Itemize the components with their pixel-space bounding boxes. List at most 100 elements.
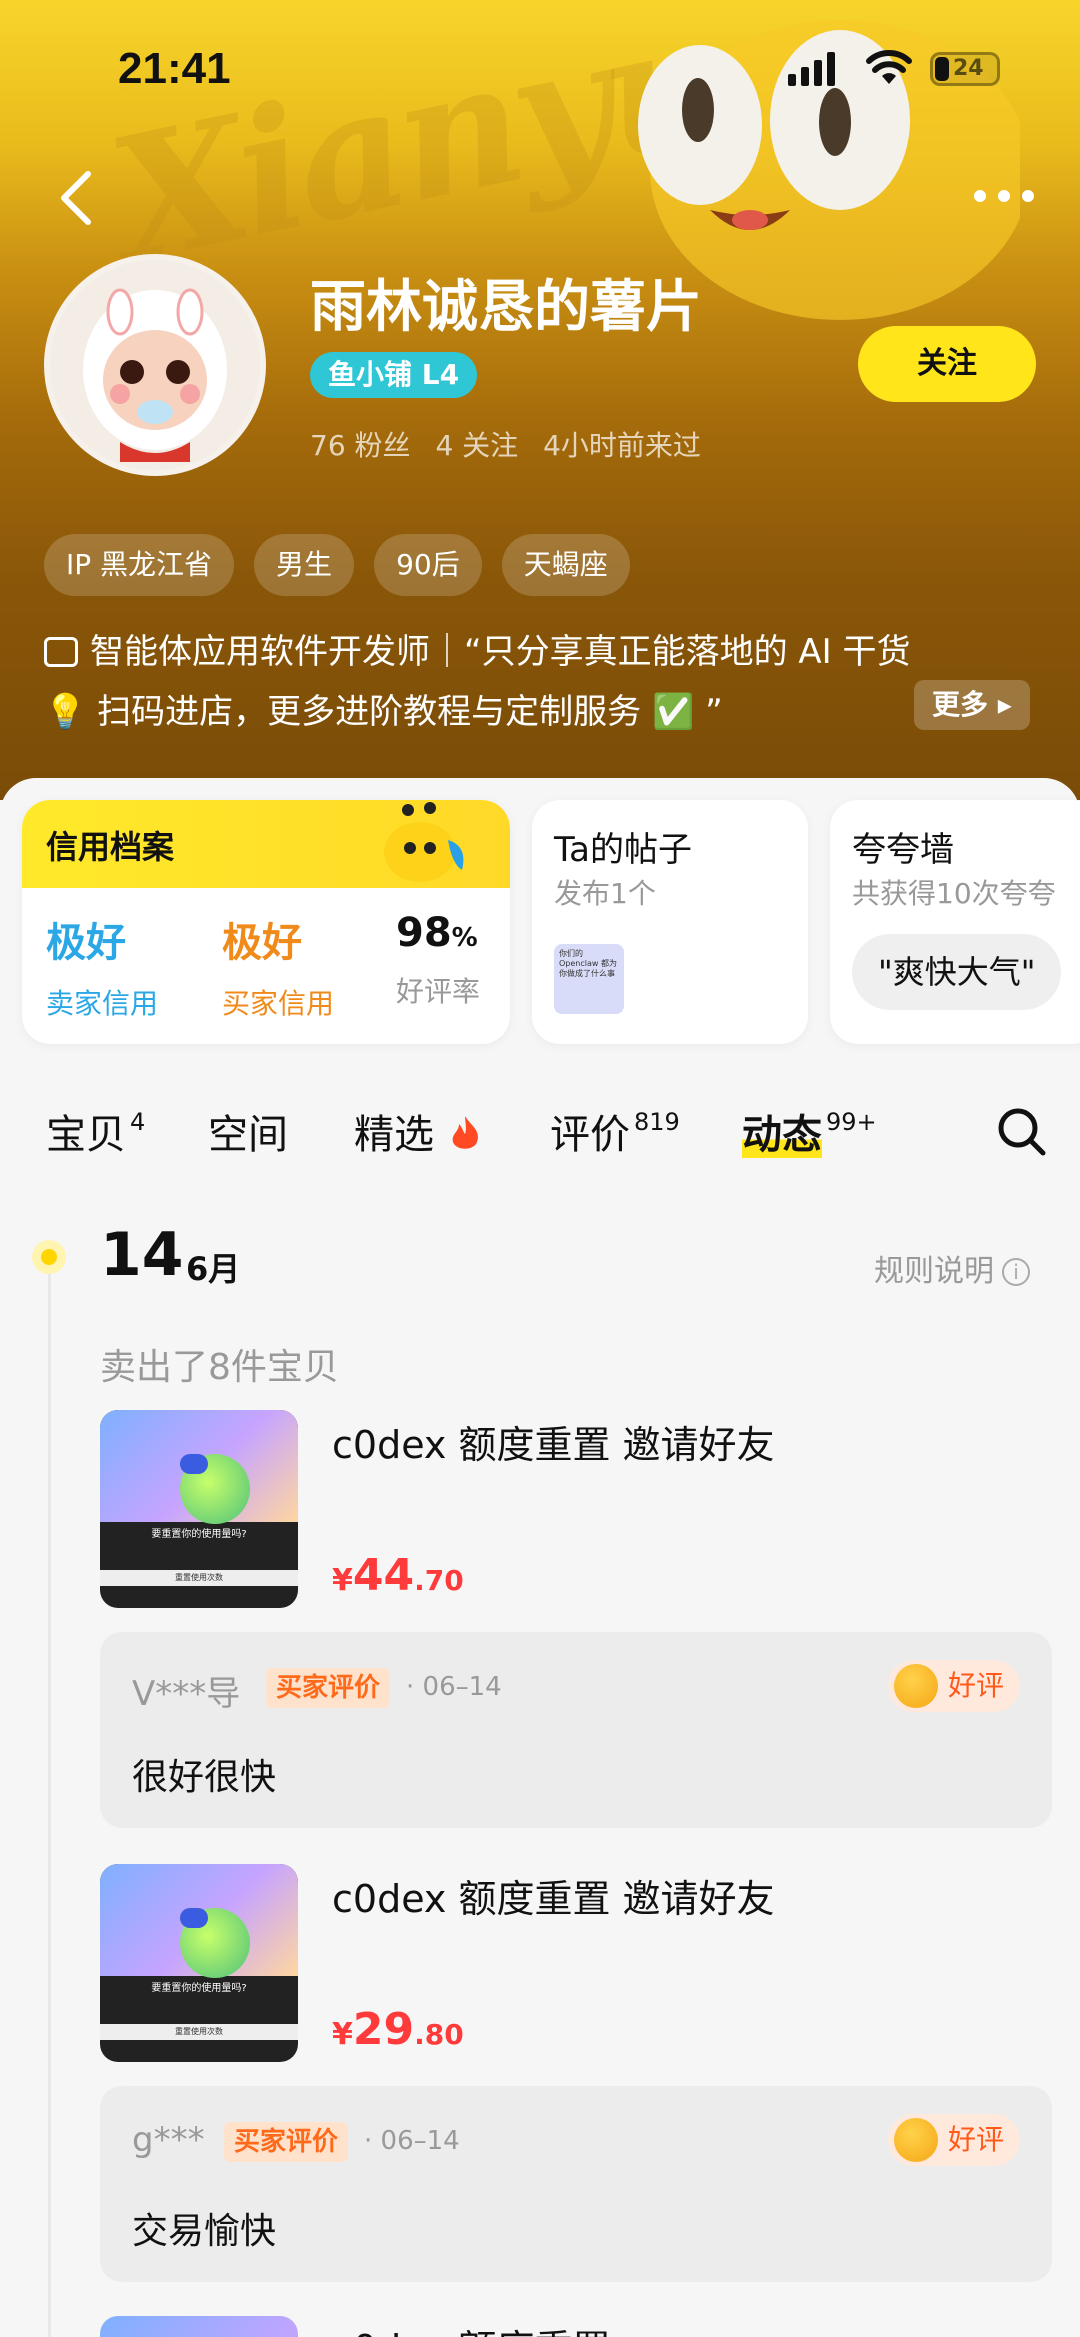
price-integer: 44 <box>352 1550 415 1601</box>
flame-icon <box>452 1116 478 1149</box>
info-icon: i <box>1002 1258 1030 1286</box>
price-decimal: .70 <box>414 1564 464 1597</box>
battery-level: 24 <box>953 56 984 81</box>
tag-gender: 男生 <box>254 534 355 596</box>
following-count[interactable]: 4 关注 <box>435 429 518 462</box>
smile-face-icon <box>894 1664 938 1708</box>
next-item-thumbnail[interactable] <box>100 2316 298 2337</box>
rating-label: 好评 <box>948 1669 1005 1702</box>
robot-icon <box>44 637 78 667</box>
fans-count[interactable]: 76 粉丝 <box>310 429 411 462</box>
profile-stats: 76 粉丝 4 关注 4小时前来过 <box>310 424 717 464</box>
sold-item[interactable]: 要重置你的使用量吗? 重置使用次数 c0dex 额度重置 邀请好友 ¥44.70 <box>100 1410 1052 1620</box>
terminal-icon <box>180 1908 208 1928</box>
timeline-month: 6月 <box>186 1250 241 1288</box>
positive-rate-unit: % <box>451 923 478 953</box>
rating-label: 好评 <box>948 2123 1005 2156</box>
back-arrow-icon[interactable] <box>52 168 102 228</box>
tag-ip: IP 黑龙江省 <box>44 534 235 596</box>
follow-button[interactable]: 关注 <box>858 326 1036 402</box>
sold-item[interactable]: 要重置你的使用量吗? 重置使用次数 c0dex 额度重置 邀请好友 ¥29.80 <box>100 1864 1052 2074</box>
tag-age: 90后 <box>374 534 482 596</box>
thumbnail-button: 重置使用次数 <box>100 1570 298 1586</box>
profile-tags: IP 黑龙江省 男生 90后 天蝎座 <box>44 534 630 596</box>
tab-reviews-count: 819 <box>634 1108 680 1136</box>
profile-page: Xianyu 21:41 24 雨林诚恳的薯片 鱼小铺 L4 76 粉丝 4 关… <box>0 0 1080 2337</box>
price-integer: 29 <box>352 2004 415 2055</box>
status-bar: 21:41 24 <box>0 0 1080 140</box>
bio-line-2: 💡 扫码进店，更多进阶教程与定制服务 ✅ ” <box>44 692 723 732</box>
avatar[interactable] <box>44 254 266 476</box>
tab-space[interactable]: 空间 <box>208 1102 288 1160</box>
credit-card-title: 信用档案 <box>46 828 175 866</box>
profile-tabs: 宝贝 4 空间 精选 评价 819 动态 99+ <box>0 1092 1080 1172</box>
praise-card-title: 夸夸墙 <box>852 830 954 870</box>
next-item-title[interactable]: c0dex 额度重置 <box>332 2318 610 2337</box>
item-thumbnail: 要重置你的使用量吗? 重置使用次数 <box>100 1864 298 2062</box>
status-time: 21:41 <box>118 44 231 93</box>
tab-reviews[interactable]: 评价 819 <box>550 1102 680 1160</box>
more-options-icon[interactable] <box>972 186 1036 206</box>
item-title: c0dex 额度重置 邀请好友 <box>332 1423 775 1467</box>
buyer-review[interactable]: V***导 买家评价 · 06–14 好评 很好很快 <box>100 1632 1052 1828</box>
price-currency: ¥ <box>332 2017 353 2052</box>
buyer-credit: 极好 买家信用 <box>222 910 334 1022</box>
smile-face-icon <box>894 2118 938 2162</box>
positive-rate-value: 98 <box>396 910 452 956</box>
thumbnail-heading: 要重置你的使用量吗? <box>151 1529 247 1540</box>
item-title: c0dex 额度重置 邀请好友 <box>332 1877 775 1921</box>
bee-mascot-icon <box>384 802 464 882</box>
buyer-credit-value: 极好 <box>222 920 302 966</box>
item-price: ¥29.80 <box>332 2004 464 2055</box>
tab-featured[interactable]: 精选 <box>354 1102 483 1160</box>
rules-link[interactable]: 规则说明 i <box>874 1246 1030 1290</box>
bio-more-label: 更多 <box>932 688 989 721</box>
tab-featured-label: 精选 <box>354 1112 434 1158</box>
buyer-review[interactable]: g*** 买家评价 · 06–14 好评 交易愉快 <box>100 2086 1052 2282</box>
timeline-dot <box>32 1240 66 1274</box>
tab-items-label: 宝贝 <box>46 1112 126 1158</box>
timeline-line <box>48 1258 51 2337</box>
posts-card[interactable]: Ta的帖子 发布1个 你们的 Openclaw 都为你做成了什么事 <box>532 800 808 1044</box>
item-price: ¥44.70 <box>332 1550 464 1601</box>
tab-reviews-label: 评价 <box>550 1112 630 1158</box>
tab-activity-label: 动态 <box>742 1112 822 1158</box>
search-icon[interactable] <box>996 1106 1048 1158</box>
review-type-tag: 买家评价 <box>224 2122 349 2162</box>
seller-credit: 极好 卖家信用 <box>46 910 158 1022</box>
tab-activity[interactable]: 动态 99+ <box>742 1102 877 1160</box>
price-currency: ¥ <box>332 1563 353 1598</box>
shop-level-badge[interactable]: 鱼小铺 L4 <box>310 352 478 398</box>
review-text: 交易愉快 <box>132 2211 277 2252</box>
review-text: 很好很快 <box>132 1757 277 1798</box>
praise-chip: "爽快大气" <box>852 934 1062 1010</box>
terminal-icon <box>180 1454 208 1474</box>
rating-badge: 好评 <box>888 2114 1021 2166</box>
review-date: · 06–14 <box>406 1672 502 1702</box>
timeline-day: 14 <box>100 1220 184 1290</box>
review-date: · 06–14 <box>364 2126 460 2156</box>
last-seen: 4小时前来过 <box>543 429 701 462</box>
positive-rate: 98% 好评率 <box>396 910 480 1010</box>
reviewer-name: g*** <box>132 2120 205 2160</box>
price-decimal: .80 <box>414 2018 464 2051</box>
post-thumbnail[interactable]: 你们的 Openclaw 都为你做成了什么事 <box>554 944 624 1014</box>
item-thumbnail: 要重置你的使用量吗? 重置使用次数 <box>100 1410 298 1608</box>
thumbnail-heading: 要重置你的使用量吗? <box>151 1983 247 1994</box>
positive-rate-label: 好评率 <box>396 975 481 1008</box>
signal-icon <box>788 52 835 86</box>
review-type-tag: 买家评价 <box>266 1668 391 1708</box>
rules-label: 规则说明 <box>874 1254 994 1289</box>
bio-line-1: 智能体应用软件开发师｜“只分享真正能落地的 AI 干货 <box>90 632 911 672</box>
buyer-credit-label: 买家信用 <box>222 987 335 1020</box>
posts-card-subtitle: 发布1个 <box>554 877 656 910</box>
tab-space-label: 空间 <box>208 1112 288 1158</box>
praise-wall-card[interactable]: 夸夸墙 共获得10次夸夸 "爽快大气" <box>830 800 1080 1044</box>
praise-card-subtitle: 共获得10次夸夸 <box>852 877 1056 910</box>
wifi-icon <box>866 50 912 84</box>
avatar-illustration <box>50 260 260 470</box>
tab-items[interactable]: 宝贝 4 <box>46 1102 145 1160</box>
posts-card-title: Ta的帖子 <box>554 830 692 870</box>
bio-more-button[interactable]: 更多 ▸ <box>914 680 1030 730</box>
credit-profile-card[interactable]: 信用档案 极好 卖家信用 极好 买家信用 98% 好评率 <box>22 800 510 1044</box>
